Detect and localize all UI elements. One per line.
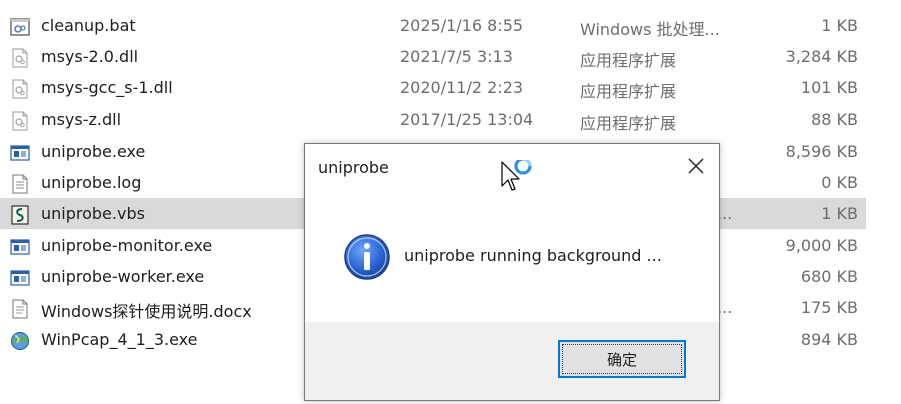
file-type: Windows 批处理... [580, 20, 720, 39]
dll-file-icon [12, 48, 28, 68]
file-size: 894 KB [800, 330, 858, 349]
file-size: 9,000 KB [785, 236, 858, 255]
file-row[interactable]: msys-gcc_s-1.dll 2020/11/2 2:23 应用程序扩展 101 … [0, 72, 866, 103]
file-size: 1 KB [821, 16, 858, 35]
installer-exe-icon [11, 332, 29, 350]
file-date: 2017/1/25 13:04 [400, 110, 534, 129]
file-date: 2021/7/5 3:13 [400, 47, 513, 66]
file-name: uniprobe.exe [41, 142, 146, 161]
file-size: 8,596 KB [785, 142, 858, 161]
dialog-footer: 确定 [305, 322, 719, 400]
file-size: 0 KB [821, 173, 858, 192]
file-type: 应用程序扩展 [580, 114, 677, 133]
file-size: 88 KB [811, 110, 858, 129]
file-size: 680 KB [800, 267, 858, 286]
file-row[interactable]: cleanup.bat 2025/1/16 8:55 Windows 批处理... 1… [0, 10, 866, 41]
file-name: uniprobe.log [41, 173, 142, 192]
file-date: 2020/11/2 2:23 [400, 78, 524, 97]
file-name: WinPcap_4_1_3.exe [41, 330, 198, 349]
file-size: 3,284 KB [785, 47, 858, 66]
dll-file-icon [12, 79, 28, 99]
file-row[interactable]: msys-z.dll 2017/1/25 13:04 应用程序扩展 88 KB [0, 104, 866, 135]
file-size: 1 KB [821, 204, 858, 223]
exe-file-icon [10, 239, 30, 255]
exe-file-icon [10, 145, 30, 161]
file-name: msys-z.dll [41, 110, 122, 129]
batch-file-icon [10, 18, 30, 36]
dialog-title: uniprobe [318, 158, 389, 177]
file-size: 101 KB [800, 78, 858, 97]
close-icon [688, 158, 704, 174]
info-icon [344, 234, 390, 280]
file-name: Windows探针使用说明.docx [41, 302, 252, 321]
file-row[interactable]: msys-2.0.dll 2021/7/5 3:13 应用程序扩展 3,284 KB [0, 41, 866, 72]
file-date: 2025/1/16 8:55 [400, 16, 524, 35]
dialog-body: uniprobe running background ... [305, 188, 719, 322]
docx-file-icon [12, 299, 28, 319]
vbs-script-icon [11, 205, 29, 225]
focus-rect [562, 344, 682, 374]
file-name: uniprobe.vbs [41, 204, 145, 223]
dll-file-icon [12, 111, 28, 131]
file-name: cleanup.bat [41, 16, 136, 35]
file-type: 应用程序扩展 [580, 82, 677, 101]
file-name: uniprobe-worker.exe [41, 267, 205, 286]
ok-button[interactable]: 确定 [558, 340, 686, 378]
file-size: 175 KB [800, 298, 858, 317]
file-name: msys-gcc_s-1.dll [41, 78, 173, 97]
text-file-icon [12, 174, 28, 194]
dialog-message: uniprobe running background ... [404, 246, 662, 265]
dialog-close-button[interactable] [673, 144, 719, 188]
file-name: uniprobe-monitor.exe [41, 236, 213, 255]
busy-pointer-icon [501, 160, 532, 191]
file-name: msys-2.0.dll [41, 47, 139, 66]
file-type: 应用程序扩展 [580, 51, 677, 70]
exe-file-icon [10, 270, 30, 286]
